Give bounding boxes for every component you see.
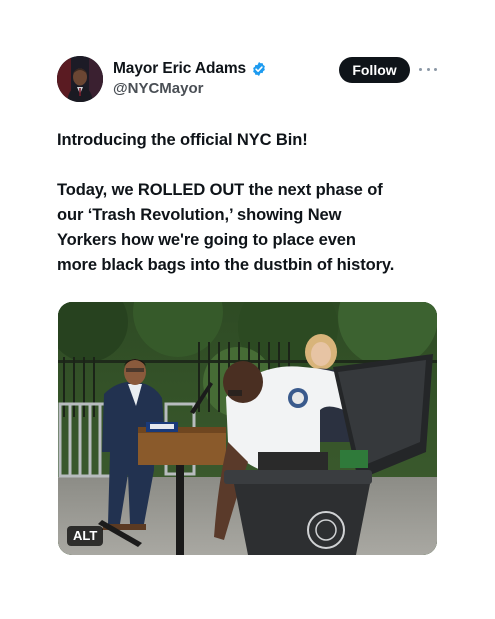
tweet-photo[interactable]: ALT [58,302,437,555]
tweet-headline: Introducing the official NYC Bin! [57,131,308,149]
author-display-name[interactable]: Mayor Eric Adams [113,60,246,78]
more-dot [426,67,430,71]
more-dot [434,67,437,71]
tweet-body: Today, we ROLLED OUT the next phase of o… [57,181,395,274]
avatar-image [57,56,103,102]
photo-image [58,302,437,555]
tweet-card: Mayor Eric Adams @NYCMayor Follow Introd… [0,0,495,619]
more-dot [419,67,422,71]
more-horizontal-icon[interactable] [419,62,437,76]
author-handle[interactable]: @NYCMayor [113,80,203,97]
alt-text-button[interactable]: ALT [67,526,104,546]
author-name-row: Mayor Eric Adams [113,60,267,78]
author-avatar[interactable] [57,56,103,102]
tweet-text: Introducing the official NYC Bin! Today,… [57,128,457,278]
follow-button[interactable]: Follow [339,57,410,83]
verified-badge-icon [251,61,267,77]
